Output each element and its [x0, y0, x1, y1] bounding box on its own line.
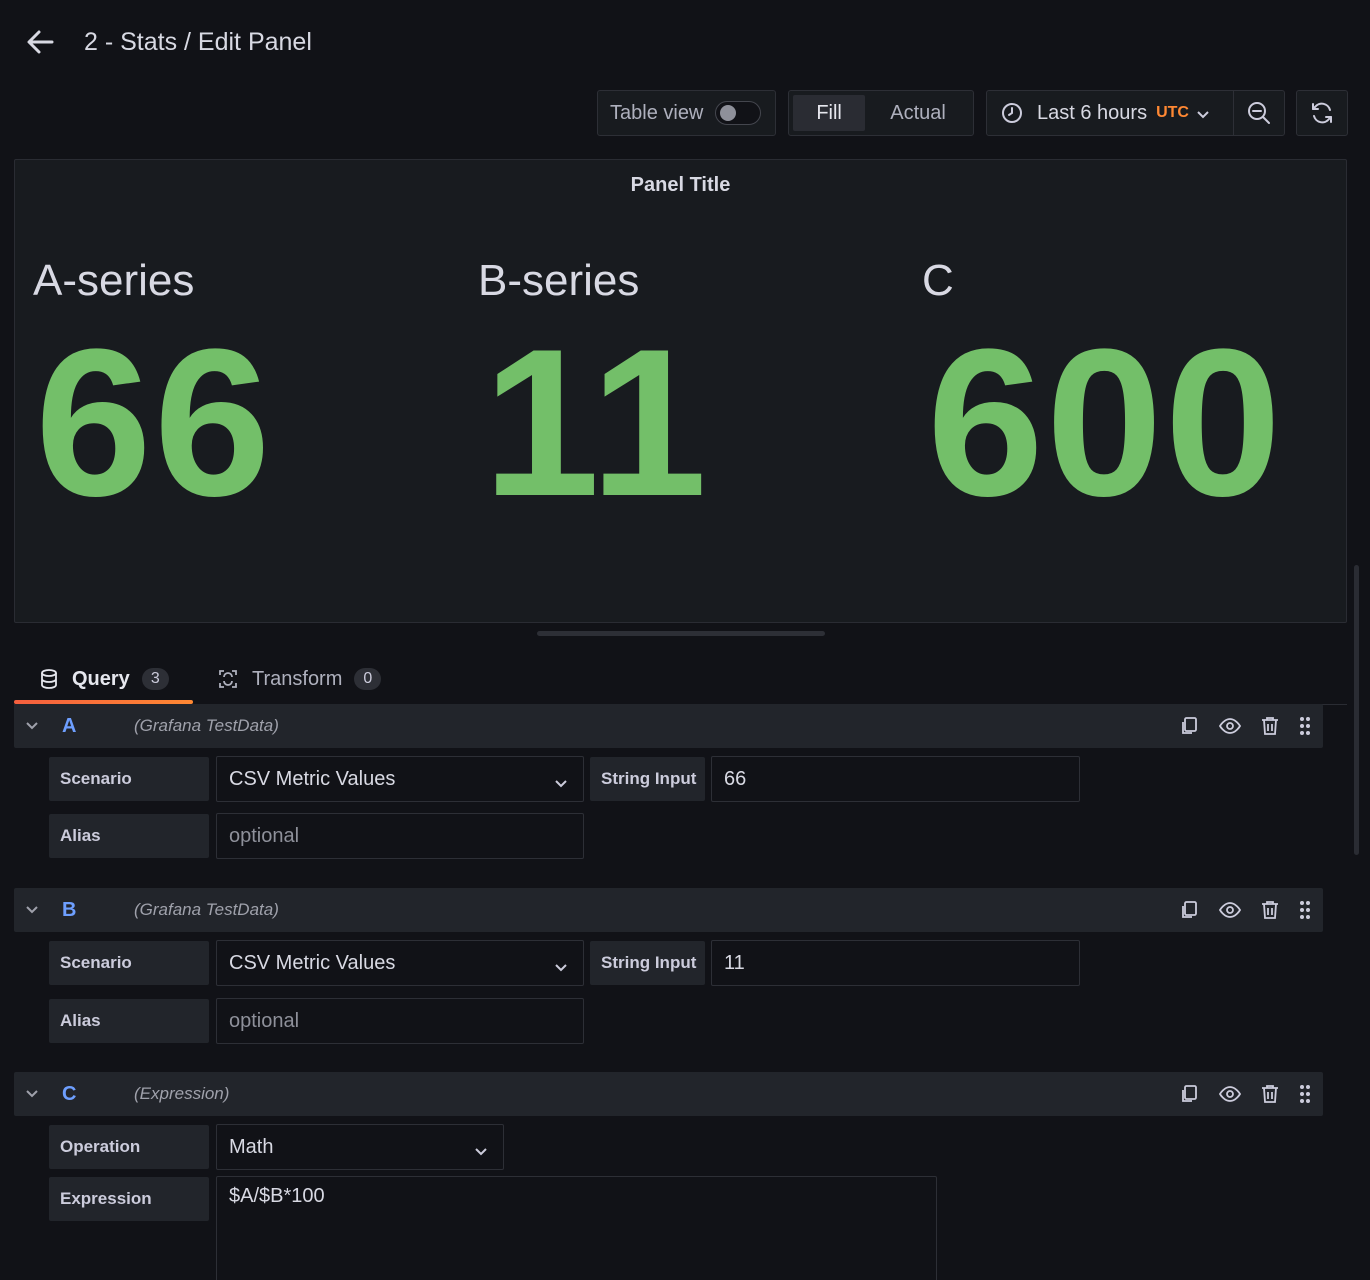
stat-name-a: A-series — [33, 256, 195, 305]
chevron-down-icon[interactable] — [14, 906, 50, 914]
query-actions — [1179, 704, 1311, 748]
copy-icon[interactable] — [1179, 716, 1199, 736]
eye-icon[interactable] — [1219, 1086, 1241, 1102]
alias-label: Alias — [49, 999, 209, 1043]
scenario-select[interactable]: CSV Metric Values — [216, 940, 584, 986]
chevron-down-icon[interactable] — [14, 722, 50, 730]
alias-input[interactable] — [216, 998, 584, 1044]
panel-title: Panel Title — [630, 174, 731, 196]
scenario-label: Scenario — [49, 757, 209, 801]
query-datasource: (Grafana TestData) — [134, 716, 279, 735]
stat-value-b: 11 — [483, 305, 709, 540]
trash-icon[interactable] — [1261, 900, 1279, 920]
timezone-label: UTC — [1156, 104, 1189, 121]
expression-textarea[interactable]: $A/$B*100 — [216, 1176, 937, 1280]
query-actions — [1179, 888, 1311, 932]
database-icon — [40, 669, 58, 689]
string-input-label: String Input — [590, 757, 705, 801]
editor-tabs: Query 3 Transform 0 — [14, 655, 1347, 704]
chevron-down-icon — [475, 1139, 487, 1162]
arrow-left-icon — [25, 27, 55, 62]
fill-actual-radio-group: Fill Actual — [788, 90, 974, 136]
time-range-label: Last 6 hours — [1037, 101, 1148, 124]
query-row-header-b: B (Grafana TestData) — [14, 888, 1323, 932]
alias-label: Alias — [49, 814, 209, 858]
clock-icon — [1001, 102, 1023, 124]
refresh-button[interactable] — [1296, 90, 1348, 136]
drag-handle-icon[interactable] — [1299, 900, 1311, 920]
query-datasource: (Expression) — [134, 1084, 230, 1103]
fill-button[interactable]: Fill — [793, 95, 866, 131]
table-view-label: Table view — [610, 101, 704, 124]
query-datasource: (Grafana TestData) — [134, 900, 279, 919]
table-view-switch[interactable] — [715, 101, 762, 125]
drag-handle-icon[interactable] — [1299, 1084, 1311, 1104]
stat-name-b: B-series — [478, 256, 640, 305]
scenario-label: Scenario — [49, 941, 209, 985]
operation-label: Operation — [49, 1125, 209, 1169]
operation-select[interactable]: Math — [216, 1124, 504, 1170]
copy-icon[interactable] — [1179, 1084, 1199, 1104]
query-row-header-c: C (Expression) — [14, 1072, 1323, 1116]
switch-knob — [720, 105, 737, 121]
expression-label: Expression — [49, 1177, 209, 1221]
copy-icon[interactable] — [1179, 900, 1199, 920]
transform-icon — [218, 669, 238, 689]
transform-count-badge: 0 — [354, 668, 382, 690]
query-ref-id[interactable]: C — [50, 1083, 134, 1106]
chevron-down-icon — [555, 771, 567, 794]
time-range-picker[interactable]: Last 6 hours UTC — [986, 90, 1234, 136]
string-input-label: String Input — [590, 941, 705, 985]
query-count-badge: 3 — [141, 668, 169, 690]
eye-icon[interactable] — [1219, 902, 1241, 918]
page-title: 2 - Stats / Edit Panel — [84, 28, 312, 56]
alias-input[interactable] — [216, 813, 584, 859]
chevron-down-icon — [1197, 102, 1209, 125]
string-input-field[interactable]: 11 — [711, 940, 1080, 986]
query-actions — [1179, 1072, 1311, 1116]
pane-resize-handle[interactable] — [537, 631, 825, 636]
back-button[interactable] — [22, 26, 58, 62]
tab-query-label: Query — [72, 667, 130, 690]
stat-name-c: C — [922, 256, 954, 305]
scenario-value: CSV Metric Values — [229, 951, 396, 974]
stat-value-c: 600 — [927, 305, 1284, 540]
tab-transform[interactable]: Transform 0 — [218, 655, 382, 703]
table-view-toggle[interactable]: Table view — [597, 90, 776, 136]
trash-icon[interactable] — [1261, 1084, 1279, 1104]
actual-button[interactable]: Actual — [867, 95, 969, 131]
scenario-value: CSV Metric Values — [229, 767, 396, 790]
refresh-icon — [1310, 101, 1334, 125]
scrollbar[interactable] — [1354, 565, 1359, 855]
tab-transform-label: Transform — [252, 667, 343, 690]
query-ref-id[interactable]: A — [50, 715, 134, 738]
zoom-out-button[interactable] — [1233, 90, 1285, 136]
tab-query[interactable]: Query 3 — [14, 655, 193, 704]
query-ref-id[interactable]: B — [50, 899, 134, 922]
query-row-header-a: A (Grafana TestData) — [14, 704, 1323, 748]
drag-handle-icon[interactable] — [1299, 716, 1311, 736]
top-bar: 2 - Stats / Edit Panel — [0, 0, 1370, 88]
trash-icon[interactable] — [1261, 716, 1279, 736]
stat-value-a: 66 — [35, 305, 273, 540]
zoom-out-icon — [1247, 101, 1271, 125]
chevron-down-icon — [555, 955, 567, 978]
operation-value: Math — [229, 1135, 274, 1158]
eye-icon[interactable] — [1219, 718, 1241, 734]
string-input-field[interactable]: 66 — [711, 756, 1080, 802]
chevron-down-icon[interactable] — [14, 1090, 50, 1098]
panel-preview: Panel Title A-series 66 B-series 11 C 60… — [14, 159, 1347, 623]
scenario-select[interactable]: CSV Metric Values — [216, 756, 584, 802]
